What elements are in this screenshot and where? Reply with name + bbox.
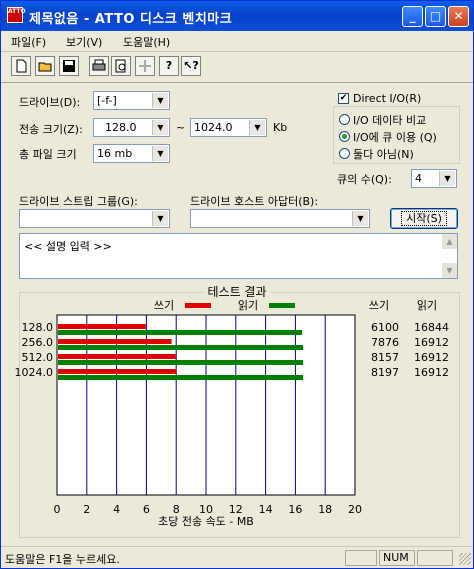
value-read: 16912 [414,336,449,349]
resize-grip-icon[interactable] [459,553,471,565]
column-header-read: 읽기 [417,299,437,312]
x-tick-label: 2 [83,503,90,516]
x-axis-label: 초당 전송 속도 - MB [158,515,254,528]
bar-write [58,354,176,359]
x-tick-label: 6 [143,503,150,516]
bar-write [58,369,177,374]
value-write: 8197 [371,366,399,379]
status-text: 도움말은 F1을 누르세요. [5,553,120,566]
bar-write [58,324,146,329]
value-write: 6100 [371,321,399,334]
x-tick-label: 20 [348,503,362,516]
y-tick-label: 512.0 [22,351,54,364]
bar-read [58,345,304,350]
value-write: 7876 [371,336,399,349]
bar-read [58,360,304,365]
legend-write-label: 쓰기 [154,299,174,312]
x-tick-label: 0 [54,503,61,516]
legend-write-swatch [185,303,211,308]
y-tick-label: 256.0 [22,336,54,349]
value-read: 16844 [414,321,449,334]
bar-write [58,339,172,344]
bar-read [58,375,304,380]
legend-read-label: 읽기 [238,299,258,312]
y-tick-label: 1024.0 [15,366,54,379]
value-write: 8157 [371,351,399,364]
status-panel-scroll [417,550,453,566]
status-panel-caps [345,550,377,566]
status-panel-num: NUM [379,550,415,566]
results-chart: 테스트 결과 쓰기 읽기 쓰기 읽기 0 2 4 6 8 10 12 14 16 18 20128.… [15,284,449,528]
x-tick-label: 18 [318,503,332,516]
bar-read [58,330,303,335]
value-read: 16912 [414,366,449,379]
column-header-write: 쓰기 [369,299,389,312]
y-tick-label: 128.0 [22,321,54,334]
x-tick-label: 4 [113,503,120,516]
legend-read-swatch [269,303,295,308]
x-tick-label: 14 [259,503,273,516]
status-bar: 도움말은 F1을 누르세요. NUM [1,546,473,569]
app-window: ATTO 제목없음 - ATTO 디스크 벤치마크 _ □ ✕ 파일(F) 보기… [0,0,474,569]
results-title: 테스트 결과 [207,285,266,299]
value-read: 16912 [414,351,449,364]
x-tick-label: 16 [288,503,302,516]
